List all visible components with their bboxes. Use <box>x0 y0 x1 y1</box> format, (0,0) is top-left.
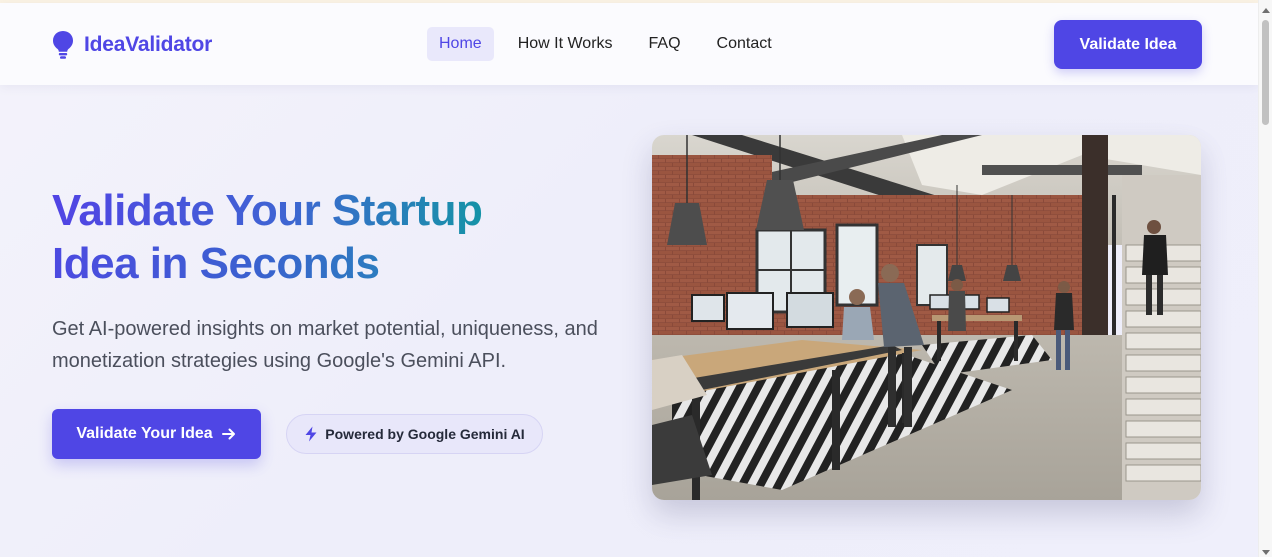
lightning-bolt-icon <box>304 426 318 442</box>
nav-contact[interactable]: Contact <box>705 27 784 61</box>
powered-by-label: Powered by Google Gemini AI <box>325 426 525 442</box>
scroll-up-arrow-icon[interactable] <box>1262 8 1270 13</box>
hero-title-line2: Idea in Seconds <box>52 237 397 290</box>
nav-how-it-works[interactable]: How It Works <box>506 27 625 61</box>
brand-name: IdeaValidator <box>84 33 213 56</box>
hero-title-line1: Validate Your Startup <box>52 184 512 237</box>
nav-faq[interactable]: FAQ <box>637 27 693 61</box>
powered-by-badge: Powered by Google Gemini AI <box>286 414 543 454</box>
site-header: IdeaValidator Home How It Works FAQ Cont… <box>0 3 1258 85</box>
arrow-right-icon <box>221 426 237 442</box>
hero-title: Validate Your Startup Idea in Seconds <box>52 184 612 290</box>
main-nav: Home How It Works FAQ Contact <box>427 27 796 61</box>
header-validate-idea-button[interactable]: Validate Idea <box>1054 20 1202 69</box>
validate-your-idea-button[interactable]: Validate Your Idea <box>52 409 261 459</box>
hero-office-image <box>652 135 1201 500</box>
scroll-thumb[interactable] <box>1262 20 1269 125</box>
scroll-down-arrow-icon[interactable] <box>1262 550 1270 555</box>
vertical-scrollbar[interactable] <box>1258 0 1272 557</box>
lightbulb-icon <box>52 30 74 60</box>
nav-home[interactable]: Home <box>427 27 494 61</box>
brand-logo[interactable]: IdeaValidator <box>52 30 212 60</box>
validate-your-idea-label: Validate Your Idea <box>76 425 213 442</box>
hero-subtitle: Get AI-powered insights on market potent… <box>52 318 598 372</box>
